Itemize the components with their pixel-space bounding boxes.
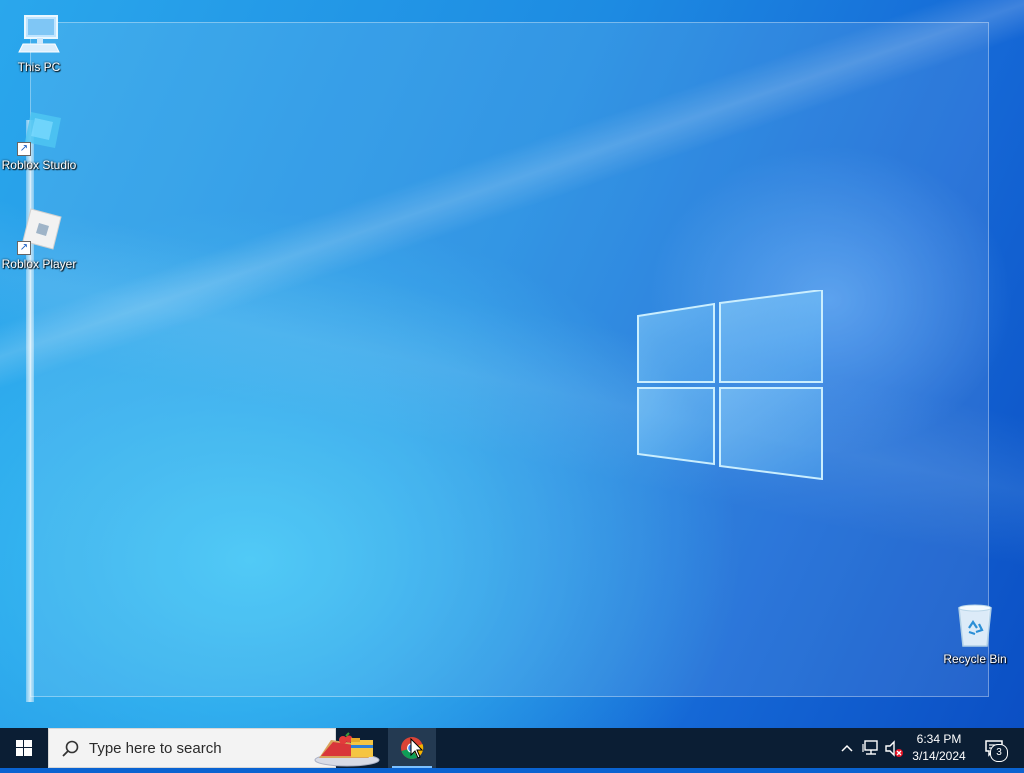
desktop-icon-this-pc[interactable]: This PC <box>0 10 78 75</box>
desktop: This PC ↗ Roblox Studio ↗ Roblox Player <box>0 0 1024 728</box>
taskbar-file-explorer[interactable] <box>338 728 386 768</box>
clock-date: 3/14/2024 <box>912 749 966 763</box>
shortcut-arrow-icon: ↗ <box>17 142 31 156</box>
system-tray <box>836 728 906 768</box>
search-box[interactable]: Type here to search <box>48 728 380 768</box>
clock-time: 6:34 PM <box>916 732 962 746</box>
mouse-cursor-icon <box>410 738 424 759</box>
taskbar: Type here to search 6:34 PM 3/14/2024 3 <box>0 728 1024 768</box>
clock[interactable]: 6:34 PM 3/14/2024 <box>908 731 970 765</box>
search-placeholder: Type here to search <box>89 740 222 757</box>
selection-overlay-window <box>30 22 989 697</box>
notification-count-badge: 3 <box>990 744 1008 762</box>
windows-start-icon <box>16 740 32 756</box>
volume-muted-icon[interactable] <box>884 740 904 758</box>
desktop-icon-recycle-bin[interactable]: Recycle Bin <box>936 602 1014 667</box>
desktop-icon-roblox-studio[interactable]: ↗ Roblox Studio <box>0 108 78 173</box>
chevron-up-icon[interactable] <box>840 742 854 754</box>
this-pc-icon <box>18 15 60 53</box>
recycle-bin-icon <box>958 604 992 647</box>
desktop-icon-label: Recycle Bin <box>943 652 1007 666</box>
action-center-button[interactable]: 3 <box>976 728 1016 768</box>
shortcut-arrow-icon: ↗ <box>17 241 31 255</box>
network-icon[interactable] <box>862 740 880 756</box>
desktop-icon-roblox-player[interactable]: ↗ Roblox Player <box>0 207 78 272</box>
file-explorer-icon <box>351 738 373 757</box>
desktop-icon-label: Roblox Player <box>1 257 77 271</box>
desktop-icon-label: Roblox Studio <box>1 158 77 172</box>
start-button[interactable] <box>0 728 48 768</box>
desktop-icon-label: This PC <box>17 60 61 74</box>
search-icon <box>62 740 79 757</box>
